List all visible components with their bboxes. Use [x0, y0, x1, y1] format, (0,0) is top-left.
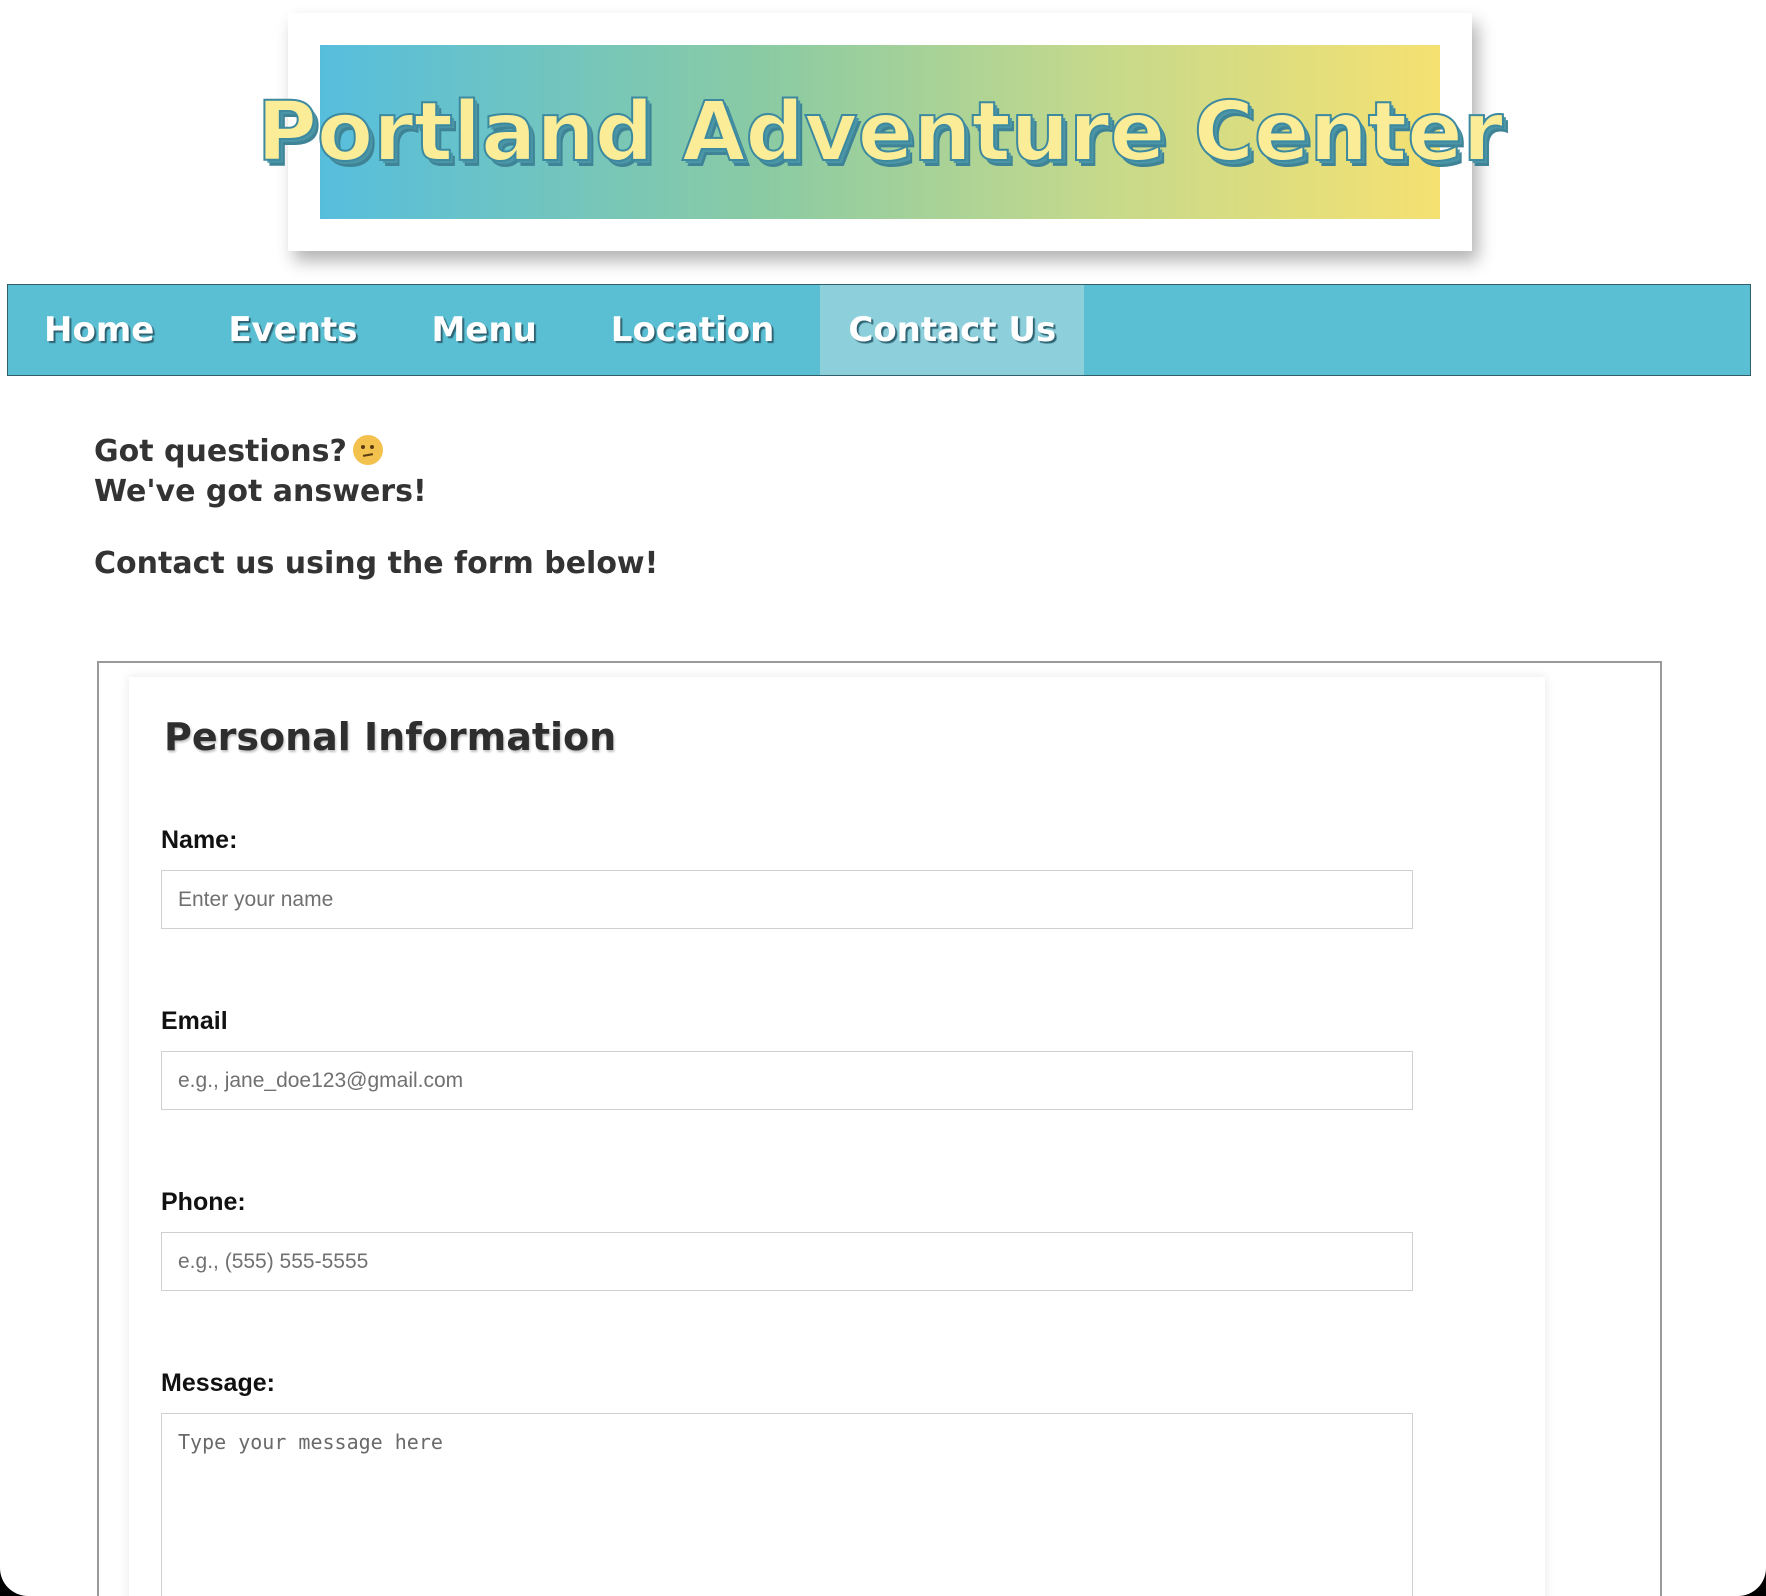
nav-item-home[interactable]: Home — [16, 285, 182, 375]
page: Portland Adventure Center Home Events Me… — [0, 0, 1766, 1596]
main-nav: Home Events Menu Location Contact Us — [7, 284, 1751, 376]
nav-item-location[interactable]: Location — [583, 285, 803, 375]
intro-line-1: Got questions? — [94, 432, 658, 472]
intro-question: Got questions? — [94, 434, 347, 469]
name-input[interactable] — [161, 870, 1413, 929]
intro-line-2: We've got answers! — [94, 474, 427, 509]
nav-item-menu[interactable]: Menu — [403, 285, 564, 375]
email-input[interactable] — [161, 1051, 1413, 1110]
intro-line-3: Contact us using the form below! — [94, 546, 659, 581]
phone-input[interactable] — [161, 1232, 1413, 1291]
message-label: Message: — [161, 1369, 275, 1397]
thinking-face-icon — [352, 435, 383, 465]
section-title: Personal Information — [164, 715, 617, 759]
intro-text: Got questions? We've got answers! Contac… — [94, 432, 658, 584]
contact-form: Personal Information Name: Email Phone: … — [129, 677, 1545, 1596]
phone-label: Phone: — [161, 1188, 246, 1216]
message-textarea[interactable] — [161, 1413, 1413, 1596]
header-banner: Portland Adventure Center — [256, 45, 1504, 219]
name-label: Name: — [161, 826, 238, 854]
nav-item-events[interactable]: Events — [200, 285, 385, 375]
nav-item-contact-us[interactable]: Contact Us — [820, 285, 1085, 375]
email-label: Email — [161, 1007, 228, 1035]
site-title: Portland Adventure Center — [256, 84, 1504, 181]
header-banner-frame: Portland Adventure Center — [256, 13, 1504, 251]
